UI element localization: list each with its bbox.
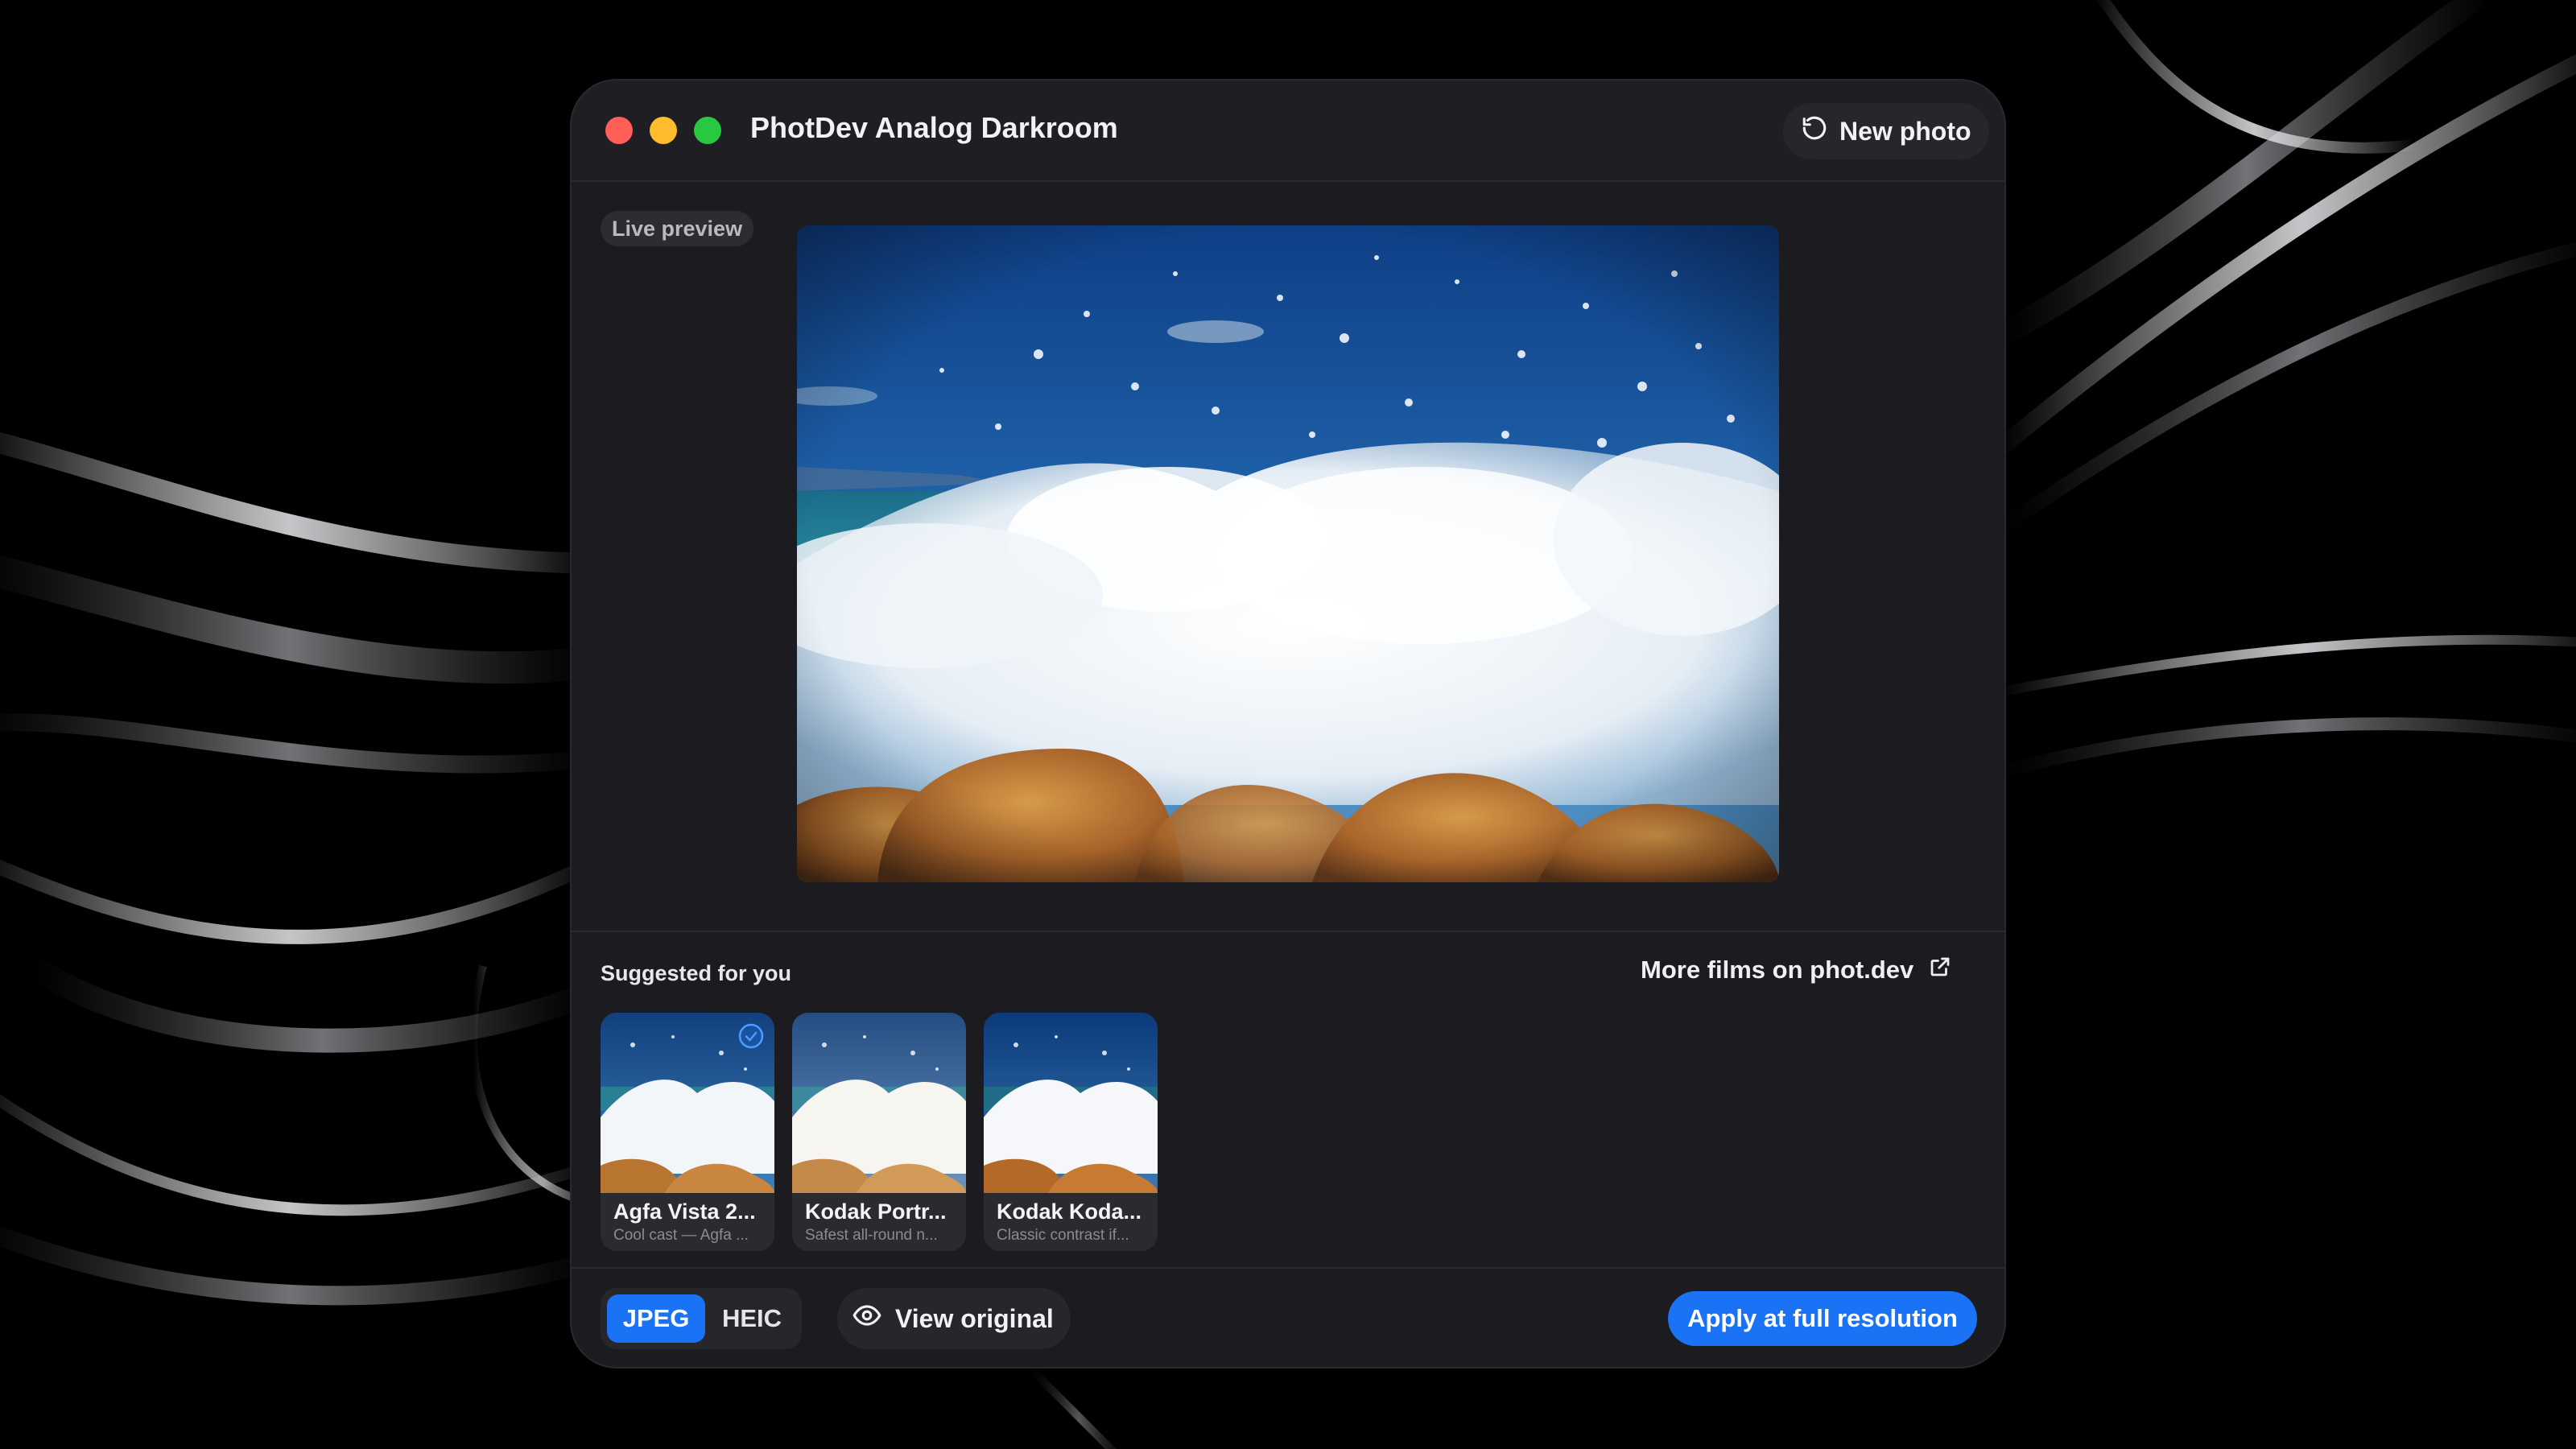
apply-full-resolution-button[interactable]: Apply at full resolution bbox=[1668, 1291, 1977, 1346]
minimize-button[interactable] bbox=[650, 117, 677, 144]
preview-divider bbox=[572, 931, 2004, 932]
suggested-heading: Suggested for you bbox=[601, 961, 792, 985]
film-name: Kodak Koda... bbox=[997, 1199, 1142, 1224]
new-photo-label: New photo bbox=[1839, 116, 1971, 146]
live-preview-badge: Live preview bbox=[601, 211, 754, 246]
format-toggle: JPEG HEIC bbox=[601, 1288, 802, 1349]
photo-preview bbox=[797, 225, 1779, 882]
external-link-icon bbox=[1928, 955, 1952, 985]
film-thumbnail bbox=[984, 1013, 1158, 1193]
footer-divider bbox=[572, 1267, 2004, 1269]
format-jpeg-option[interactable]: JPEG bbox=[607, 1294, 705, 1343]
view-original-label: View original bbox=[895, 1303, 1054, 1333]
film-thumbnail bbox=[792, 1013, 966, 1193]
film-name: Agfa Vista 2... bbox=[613, 1199, 756, 1224]
refresh-icon bbox=[1801, 114, 1828, 148]
title-divider bbox=[572, 180, 2004, 182]
window-title: PhotDev Analog Darkroom bbox=[750, 111, 1118, 144]
film-card-kodak-kodachrome[interactable]: Kodak Koda... Classic contrast if... bbox=[984, 1013, 1158, 1251]
zoom-button[interactable] bbox=[694, 117, 721, 144]
new-photo-button[interactable]: New photo bbox=[1783, 103, 1989, 159]
format-heic-option[interactable]: HEIC bbox=[708, 1294, 795, 1343]
app-window: PhotDev Analog Darkroom New photo Live p… bbox=[572, 80, 2004, 1367]
more-films-link[interactable]: More films on phot.dev bbox=[1641, 955, 1952, 985]
film-description: Classic contrast if... bbox=[997, 1227, 1129, 1244]
more-films-label: More films on phot.dev bbox=[1641, 956, 1914, 984]
close-button[interactable] bbox=[605, 117, 633, 144]
film-name: Kodak Portr... bbox=[805, 1199, 947, 1224]
film-card-kodak-portra[interactable]: Kodak Portr... Safest all-round n... bbox=[792, 1013, 966, 1251]
film-card-agfa-vista[interactable]: Agfa Vista 2... Cool cast — Agfa ... bbox=[601, 1013, 774, 1251]
film-description: Safest all-round n... bbox=[805, 1227, 938, 1244]
eye-icon bbox=[852, 1300, 882, 1337]
view-original-button[interactable]: View original bbox=[837, 1288, 1071, 1349]
selected-check-icon bbox=[738, 1023, 764, 1049]
film-description: Cool cast — Agfa ... bbox=[613, 1227, 749, 1244]
